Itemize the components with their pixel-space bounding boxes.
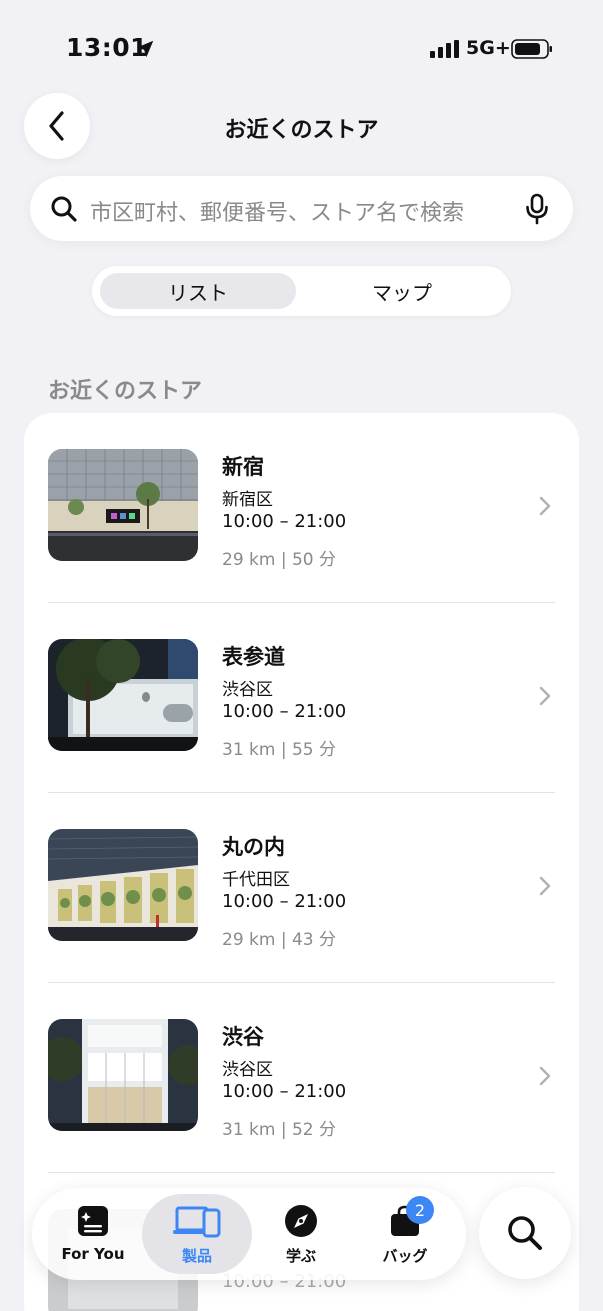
chevron-right-icon (539, 686, 551, 706)
network-type: 5G+ (466, 37, 511, 59)
section-heading: お近くのストア (48, 379, 203, 404)
search-input[interactable]: 市区町村、郵便番号、ストア名で検索 (90, 195, 464, 227)
store-distance: 31 km | 52 分 (222, 1120, 337, 1140)
search-icon (508, 1216, 542, 1250)
store-name: 渋谷 (222, 1025, 264, 1049)
store-row-shinjuku[interactable]: 新宿 新宿区 10:00 – 21:00 29 km | 50 分 (24, 413, 579, 603)
devices-icon (173, 1206, 221, 1238)
store-district: 渋谷区 (222, 680, 273, 700)
store-row-omotesando[interactable]: 表参道 渋谷区 10:00 – 21:00 31 km | 55 分 (24, 603, 579, 793)
search-button[interactable] (479, 1187, 571, 1279)
microphone-icon[interactable] (524, 193, 550, 225)
store-name: 新宿 (222, 455, 264, 479)
tab-label: 学ぶ (285, 1247, 316, 1265)
status-bar: 13:01 5G+ (0, 0, 603, 96)
tab-bag[interactable]: バッグ (352, 1188, 458, 1280)
store-name: 表参道 (222, 645, 285, 669)
battery-icon (511, 39, 552, 59)
store-row-shibuya[interactable]: 渋谷 渋谷区 10:00 – 21:00 31 km | 52 分 (24, 983, 579, 1173)
store-photo (48, 449, 198, 561)
tab-learn[interactable]: 学ぶ (248, 1188, 354, 1280)
page-title: お近くのストア (224, 118, 379, 143)
store-hours: 10:00 – 21:00 (222, 891, 347, 912)
bag-count-badge: 2 (406, 1196, 434, 1224)
store-distance: 31 km | 55 分 (222, 740, 337, 760)
store-photo (48, 639, 198, 751)
store-district: 新宿区 (222, 490, 273, 510)
tab-list-view[interactable]: リスト (100, 273, 296, 309)
store-list: 新宿 新宿区 10:00 – 21:00 29 km | 50 分 表参道 渋谷… (24, 413, 579, 1311)
location-arrow-icon (136, 40, 154, 58)
chevron-right-icon (539, 876, 551, 896)
chevron-right-icon (539, 496, 551, 516)
tab-products[interactable]: 製品 (144, 1188, 250, 1280)
tab-label: 製品 (181, 1247, 212, 1265)
store-row-marunouchi[interactable]: 丸の内 千代田区 10:00 – 21:00 29 km | 43 分 (24, 793, 579, 983)
store-distance: 29 km | 43 分 (222, 930, 337, 950)
store-district: 千代田区 (222, 870, 290, 890)
view-toggle: リスト マップ (92, 266, 511, 316)
store-photo (48, 829, 198, 941)
store-photo (48, 1019, 198, 1131)
tab-label: バッグ (382, 1247, 428, 1265)
compass-icon (285, 1205, 317, 1237)
chevron-right-icon (539, 1066, 551, 1086)
for-you-icon (78, 1206, 108, 1236)
store-hours: 10:00 – 21:00 (222, 511, 347, 532)
store-distance: 29 km | 50 分 (222, 550, 337, 570)
store-district: 渋谷区 (222, 1060, 273, 1080)
cellular-signal-icon (430, 40, 459, 58)
store-hours: 10:00 – 21:00 (222, 701, 347, 722)
store-hours: 10:00 – 21:00 (222, 1081, 347, 1102)
tab-bar: For You 製品 学ぶ バッグ 2 (32, 1188, 466, 1280)
tab-label: For You (61, 1245, 125, 1263)
tab-map-view[interactable]: マップ (302, 273, 502, 309)
search-bar[interactable]: 市区町村、郵便番号、ストア名で検索 (30, 176, 573, 241)
store-name: 丸の内 (222, 835, 285, 859)
search-icon (51, 196, 77, 222)
tab-for-you[interactable]: For You (40, 1188, 146, 1280)
